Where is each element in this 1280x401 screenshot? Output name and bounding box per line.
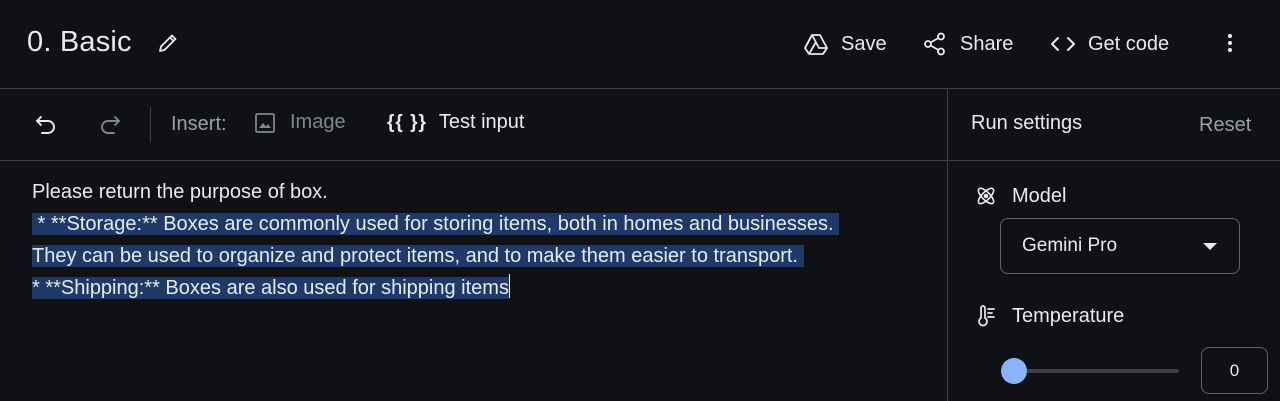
insert-label: Insert: xyxy=(171,113,227,135)
run-settings-panel: Run settings Reset Model Gemini Pro Temp… xyxy=(947,89,1280,401)
share-label: Share xyxy=(960,32,1014,55)
editor-line-selected[interactable]: * **Storage:** Boxes are commonly used f… xyxy=(32,210,840,238)
model-label: Model xyxy=(1012,184,1067,207)
dropdown-arrow-icon xyxy=(1203,243,1217,250)
redo-icon[interactable] xyxy=(97,111,123,137)
prompt-editor[interactable]: Please return the purpose of box. * **St… xyxy=(0,161,947,401)
save-button[interactable]: Save xyxy=(803,28,887,60)
editor-line[interactable]: Please return the purpose of box. xyxy=(32,178,328,206)
model-value: Gemini Pro xyxy=(1022,235,1118,256)
get-code-label: Get code xyxy=(1088,32,1170,55)
code-icon xyxy=(1051,37,1075,51)
insert-image-button[interactable]: Image xyxy=(254,111,346,134)
temperature-slider[interactable] xyxy=(1001,356,1179,386)
model-dropdown[interactable]: Gemini Pro xyxy=(1000,218,1240,274)
atom-icon xyxy=(977,187,995,205)
selected-text[interactable]: * **Storage:** Boxes are commonly used f… xyxy=(32,213,840,235)
edit-pencil-icon[interactable] xyxy=(156,31,180,55)
top-bar: 0. Basic Save Share Get code xyxy=(0,0,1280,89)
temperature-section-label: Temperature xyxy=(974,304,1124,328)
share-button[interactable]: Share xyxy=(922,28,1013,60)
slider-track xyxy=(1001,369,1179,373)
image-label: Image xyxy=(290,111,346,133)
slider-thumb[interactable] xyxy=(1001,358,1027,384)
text-caret xyxy=(508,274,510,298)
model-section-label: Model xyxy=(974,184,1066,208)
undo-icon[interactable] xyxy=(33,111,59,137)
thermometer-icon xyxy=(978,305,995,327)
prompt-title: 0. Basic xyxy=(27,26,132,58)
test-input-button[interactable]: {{ }} Test input xyxy=(387,111,524,134)
image-icon xyxy=(255,112,275,133)
selected-text[interactable]: * **Shipping:** Boxes are also used for … xyxy=(32,277,509,299)
reset-button[interactable]: Reset xyxy=(1199,114,1251,137)
braces-icon: {{ }} xyxy=(387,111,427,133)
run-settings-header: Run settings Reset xyxy=(948,89,1280,161)
editor-toolbar: Insert: Image {{ }} Test input xyxy=(0,89,947,161)
run-settings-title: Run settings xyxy=(971,112,1083,134)
editor-line-selected[interactable]: * **Shipping:** Boxes are also used for … xyxy=(32,274,510,302)
selected-text[interactable]: They can be used to organize and protect… xyxy=(32,245,804,267)
more-vert-icon[interactable] xyxy=(1218,31,1242,55)
test-input-label: Test input xyxy=(438,111,525,133)
get-code-button[interactable]: Get code xyxy=(1050,28,1169,60)
temperature-label: Temperature xyxy=(1012,304,1125,327)
editor-line-selected[interactable]: They can be used to organize and protect… xyxy=(32,242,804,270)
share-icon xyxy=(924,32,945,56)
toolbar-divider xyxy=(150,107,151,143)
temperature-input[interactable]: 0 xyxy=(1201,347,1268,394)
drive-icon xyxy=(804,34,828,55)
save-label: Save xyxy=(841,32,887,55)
